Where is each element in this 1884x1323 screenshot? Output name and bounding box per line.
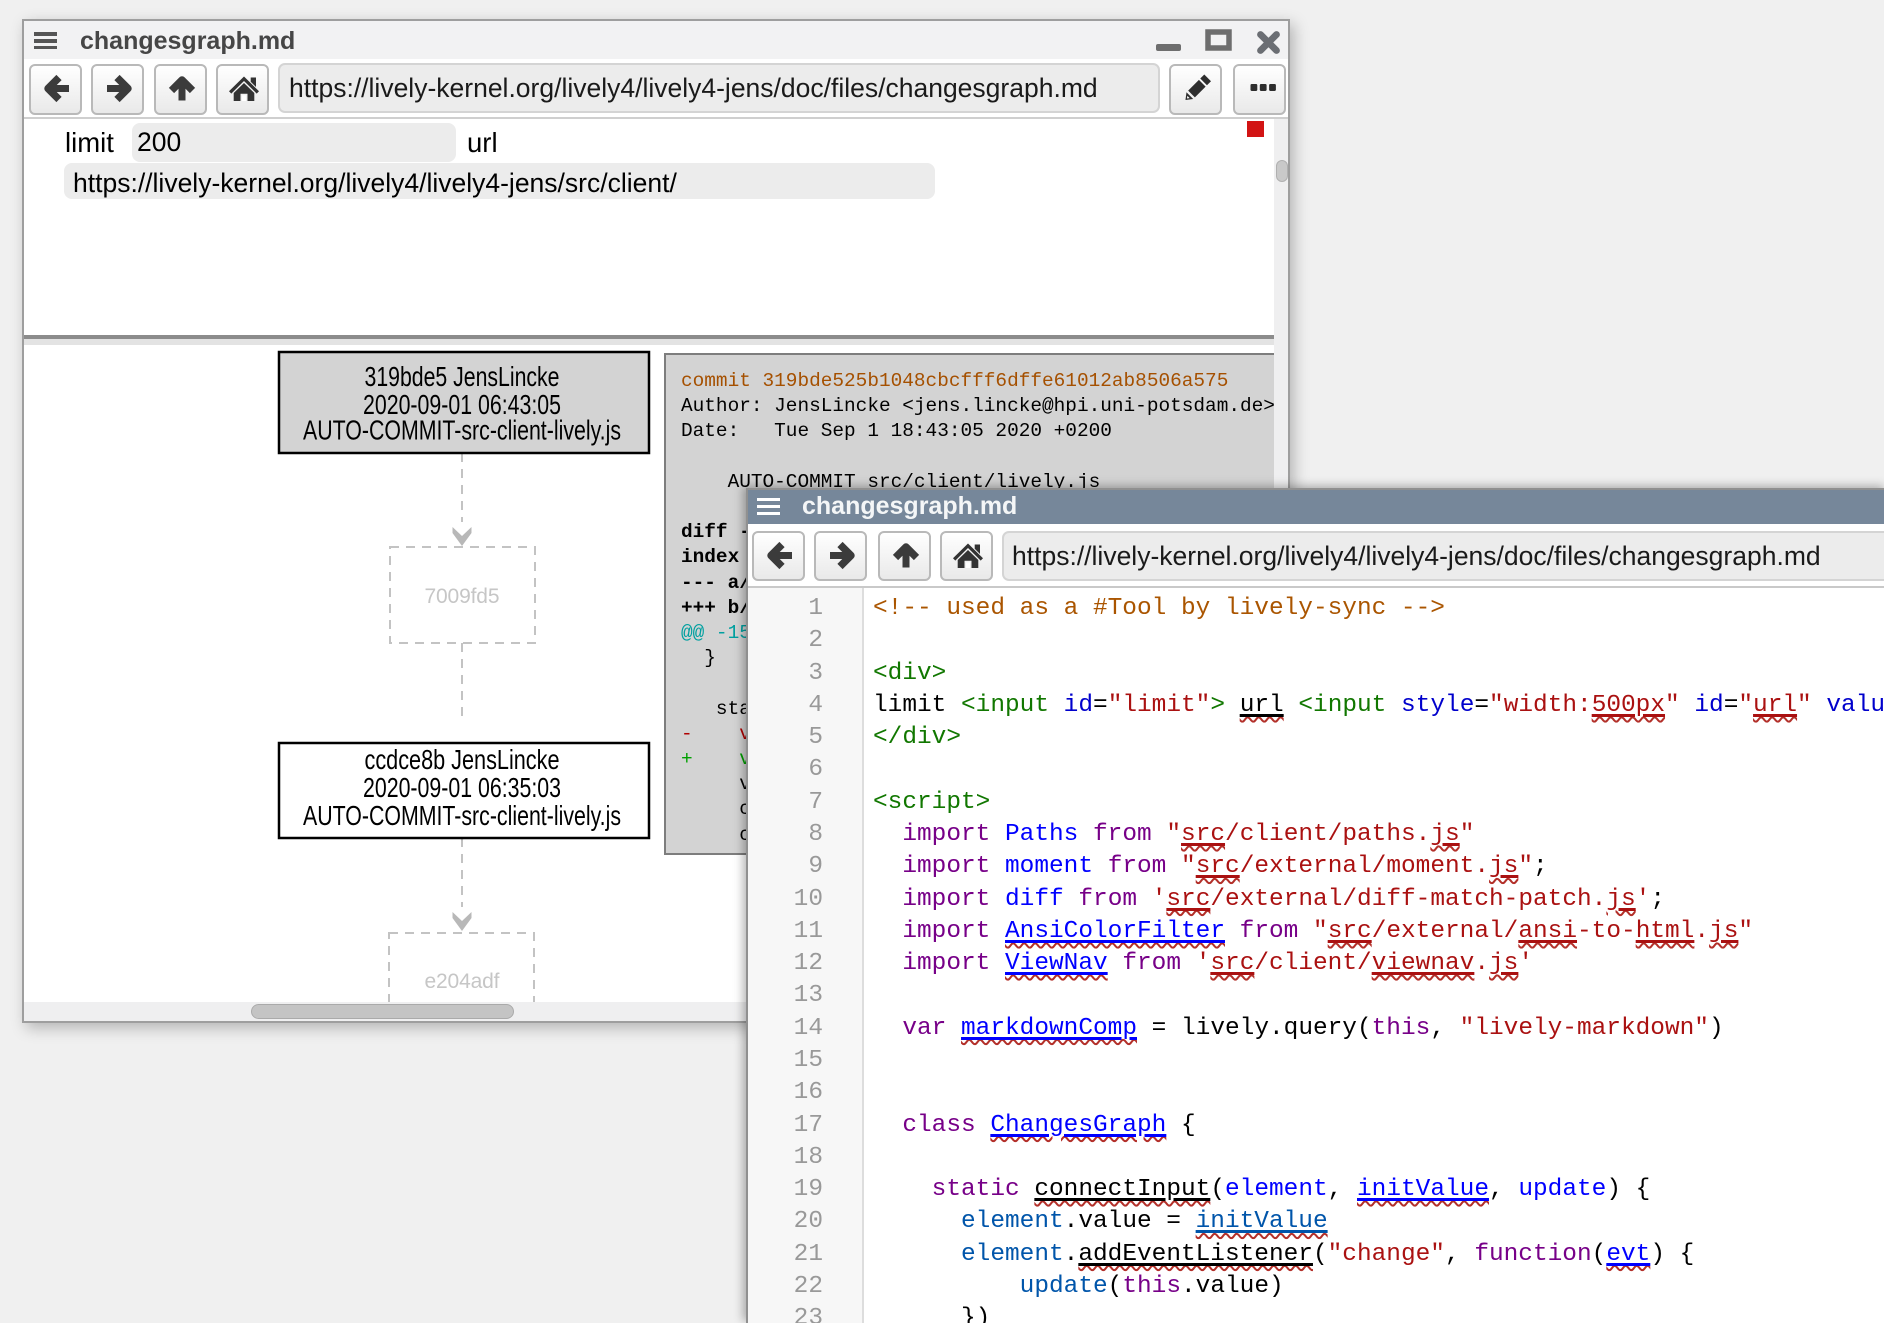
- svg-text:AUTO-COMMIT-src-client-lively.: AUTO-COMMIT-src-client-lively.js: [303, 800, 621, 831]
- svg-text:e204adf: e204adf: [425, 970, 500, 993]
- svg-text:7009fd5: 7009fd5: [425, 585, 500, 608]
- svg-text:ccdce8b JensLincke: ccdce8b JensLincke: [365, 744, 560, 775]
- svg-text:AUTO-COMMIT-src-client-lively.: AUTO-COMMIT-src-client-lively.js: [303, 415, 621, 446]
- svg-text:2020-09-01 06:35:03: 2020-09-01 06:35:03: [363, 772, 561, 803]
- svg-text:319bde5 JensLincke: 319bde5 JensLincke: [365, 361, 560, 392]
